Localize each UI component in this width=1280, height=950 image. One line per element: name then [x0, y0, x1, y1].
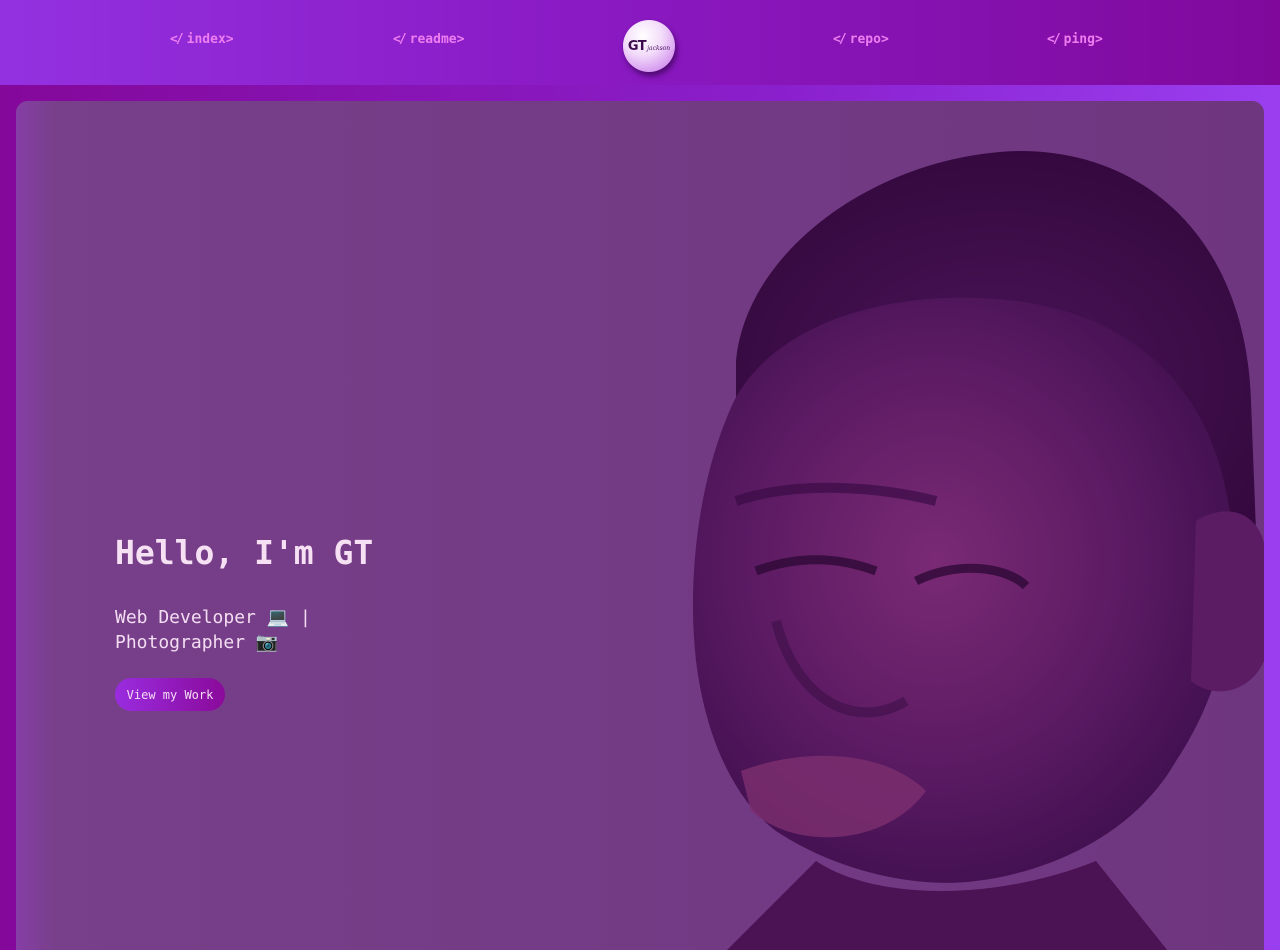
- hero-subtitle-line: Photographer 📷: [115, 632, 279, 653]
- hero-edge-glow: [16, 101, 56, 950]
- nav-link-label: ping>: [1063, 32, 1103, 47]
- hero-subtitle-line: Web Developer 💻 |: [115, 607, 311, 628]
- top-navbar: </ index> </ readme> GT jackson </ repo>…: [0, 0, 1280, 85]
- nav-link-readme[interactable]: </ readme>: [393, 32, 464, 47]
- portrait-ear: [1191, 511, 1264, 692]
- site-logo[interactable]: GT jackson: [623, 20, 675, 72]
- nav-link-label: readme>: [409, 32, 465, 47]
- logo-initials: GT: [627, 38, 647, 54]
- nav-link-label: repo>: [849, 32, 889, 47]
- hero-section: Hello, I'm GT Web Developer 💻 | Photogra…: [16, 101, 1264, 950]
- portrait-photo: [16, 101, 1264, 950]
- nav-link-repo[interactable]: </ repo>: [833, 32, 889, 47]
- view-work-button[interactable]: View my Work: [115, 678, 225, 711]
- hero-title: Hello, I'm GT: [115, 533, 374, 572]
- logo-surname: jackson: [647, 44, 671, 52]
- code-icon: </: [170, 32, 184, 47]
- code-icon: </: [1047, 32, 1061, 47]
- nav-link-label: index>: [186, 32, 234, 47]
- code-icon: </: [833, 32, 847, 47]
- nav-link-ping[interactable]: </ ping>: [1047, 32, 1103, 47]
- code-icon: </: [393, 32, 407, 47]
- nav-link-index[interactable]: </ index>: [170, 32, 234, 47]
- hero-subtitle: Web Developer 💻 | Photographer 📷: [115, 605, 355, 655]
